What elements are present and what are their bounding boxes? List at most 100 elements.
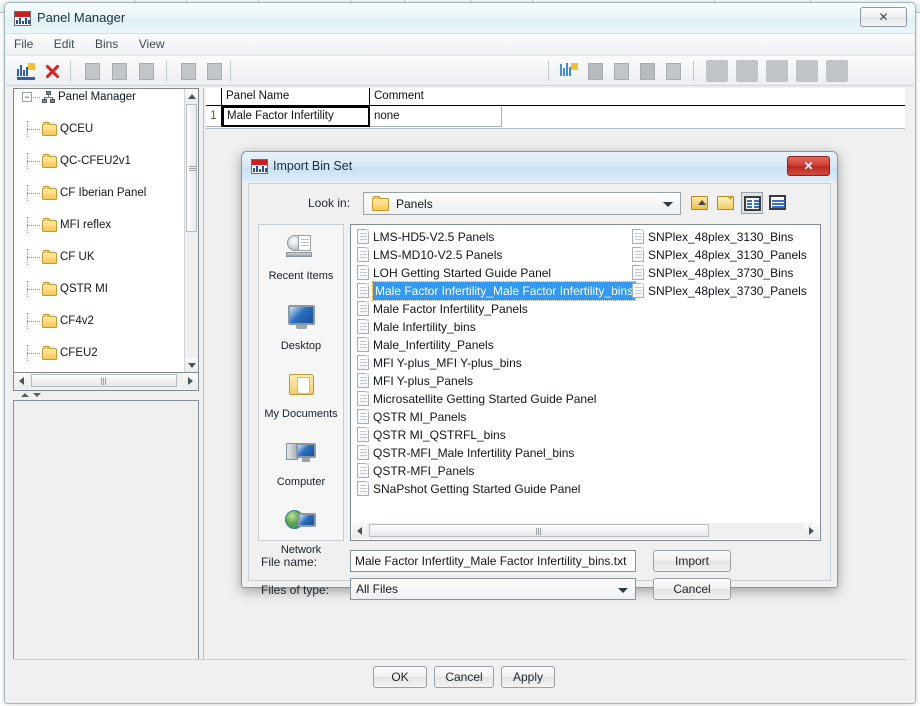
place-desktop[interactable]: Desktop [259,303,343,352]
edit-panel-button[interactable] [136,60,158,82]
menu-view[interactable]: View [131,34,173,54]
menu-file[interactable]: File [6,34,41,54]
menu-bins[interactable]: Bins [87,34,126,54]
tree-item-cf-uk[interactable]: CF UK [14,249,184,265]
scroll-up-button[interactable] [185,89,198,103]
delete-button[interactable] [41,60,63,82]
tree-item-label: QC-CFEU2v1 [60,155,131,167]
tree-vertical-scrollbar[interactable] [184,89,198,372]
place-computer[interactable]: Computer [259,439,343,488]
tree-scrollbar-thumb[interactable] [186,104,197,232]
folder-icon [42,186,57,200]
computer-icon [284,439,318,469]
tool-button-1[interactable] [706,60,728,82]
delete-bins-button[interactable] [663,60,685,82]
import-bin-set-dialog: Import Bin Set ✕ Look in: Panels ✦ Recen… [241,151,838,600]
tree-item-label: MFI reflex [60,219,112,231]
file-name: SNaPshot Getting Started Guide Panel [373,482,581,496]
list-view-icon [744,196,761,211]
bins-icon [560,63,578,80]
tool-button-4[interactable] [796,60,818,82]
table-row[interactable]: 1 Male Factor Infertility none [206,106,905,128]
duplicate-bins-button[interactable] [637,60,659,82]
import-button[interactable]: Import [653,550,731,572]
list-view-button[interactable] [741,192,763,214]
dialog-titlebar: Import Bin Set ✕ [242,152,837,182]
dialog-close-button[interactable]: ✕ [787,156,830,176]
tool-button-5[interactable] [826,60,848,82]
scroll-left-button[interactable] [352,523,367,538]
main-close-button[interactable]: ✕ [860,7,907,27]
panel-name-cell[interactable]: Male Factor Infertility [222,106,370,127]
place-my-documents[interactable]: My Documents [259,371,343,420]
file-list-hscrollbar-thumb[interactable] [369,524,709,537]
file-name: Male Factor Infertility_Panels [373,302,528,316]
panel-tree[interactable]: − Panel Manager QCEU QC-CFEU2v1 CF Iberi… [13,88,199,373]
tree-item-qc-cfeu2v1[interactable]: QC-CFEU2v1 [14,153,184,169]
tree-item-cf4v2[interactable]: CF4v2 [14,313,184,329]
file-name: Male_Infertility_Panels [373,338,494,352]
new-bin-set-button[interactable] [15,60,37,82]
ok-button[interactable]: OK [373,666,427,688]
columns-button[interactable] [178,60,200,82]
menubar: File Edit Bins View [6,34,914,56]
file-list-horizontal-scrollbar[interactable] [352,523,819,539]
splitter-down-icon[interactable] [33,393,41,397]
menu-edit[interactable]: Edit [46,34,83,54]
scroll-right-button[interactable] [804,523,819,538]
create-new-folder-button[interactable]: ✦ [715,192,737,214]
collapse-toggle-icon[interactable]: − [22,92,32,102]
up-folder-icon [691,196,708,210]
my-documents-icon [284,371,318,401]
file-name: Male Factor Infertility_Male Factor Infe… [371,281,637,301]
file-name: MFI Y-plus_Panels [373,374,474,388]
tree-hscrollbar-thumb[interactable] [31,374,177,387]
new-folder-icon: ✦ [717,194,734,210]
file-list[interactable]: LMS-HD5-V2.5 Panels LMS-MD10-V2.5 Panels… [350,224,821,541]
close-x-icon [43,62,61,80]
import-bin-set-button[interactable] [585,60,607,82]
tree-item-label: QSTR MI [60,283,108,295]
tree-horizontal-scrollbar[interactable] [14,373,198,389]
cancel-button[interactable]: Cancel [434,666,494,688]
dialog-title: Import Bin Set [273,159,353,173]
main-window-title: Panel Manager [37,10,126,25]
desktop-icon [284,303,318,333]
pane-splitter[interactable] [13,391,199,400]
resize-columns-button[interactable] [204,60,226,82]
place-recent-items[interactable]: Recent Items [259,233,343,282]
tree-item-qceu[interactable]: QCEU [14,121,184,137]
look-in-value: Panels [396,197,433,211]
details-view-button[interactable] [767,192,789,214]
places-bar: Recent Items Desktop My Documents Comput… [258,224,344,556]
file-name: QSTR MI_QSTRFL_bins [373,428,506,442]
scroll-right-button[interactable] [183,373,198,388]
file-name-input[interactable]: Male Factor Infertlity_Male Factor Infer… [350,550,636,572]
scroll-left-button[interactable] [14,373,29,388]
look-in-combo[interactable]: Panels [363,192,681,215]
tree-item-mfi-reflex[interactable]: MFI reflex [14,217,184,233]
tree-item-cf-iberian-panel[interactable]: CF Iberian Panel [14,185,184,201]
tool-button-2[interactable] [736,60,758,82]
tree-root-label: Panel Manager [58,91,136,103]
splitter-up-icon[interactable] [21,393,29,397]
comment-cell[interactable]: none [370,106,502,127]
scroll-down-button[interactable] [185,358,198,372]
new-bins-button[interactable] [558,60,580,82]
apply-button[interactable]: Apply [501,666,555,688]
panel-tree-rows: − Panel Manager QCEU QC-CFEU2v1 CF Iberi… [14,89,184,372]
tree-root-row[interactable]: − Panel Manager [14,89,184,105]
tree-item-qstr-mi[interactable]: QSTR MI [14,281,184,297]
file-name: SNPlex_48plex_3730_Panels [648,284,807,298]
export-panel-button[interactable] [109,60,131,82]
copy-bins-button[interactable] [611,60,633,82]
tool-button-3[interactable] [766,60,788,82]
place-network[interactable]: Network [259,507,343,556]
up-one-level-button[interactable] [689,192,711,214]
files-of-type-combo[interactable]: All Files [350,578,636,600]
dialog-cancel-button[interactable]: Cancel [653,578,731,600]
open-panel-button[interactable] [82,60,104,82]
table-header-comment: Comment [374,90,424,102]
place-label: Recent Items [268,270,334,282]
tree-item-cfeu2[interactable]: CFEU2 [14,345,184,361]
